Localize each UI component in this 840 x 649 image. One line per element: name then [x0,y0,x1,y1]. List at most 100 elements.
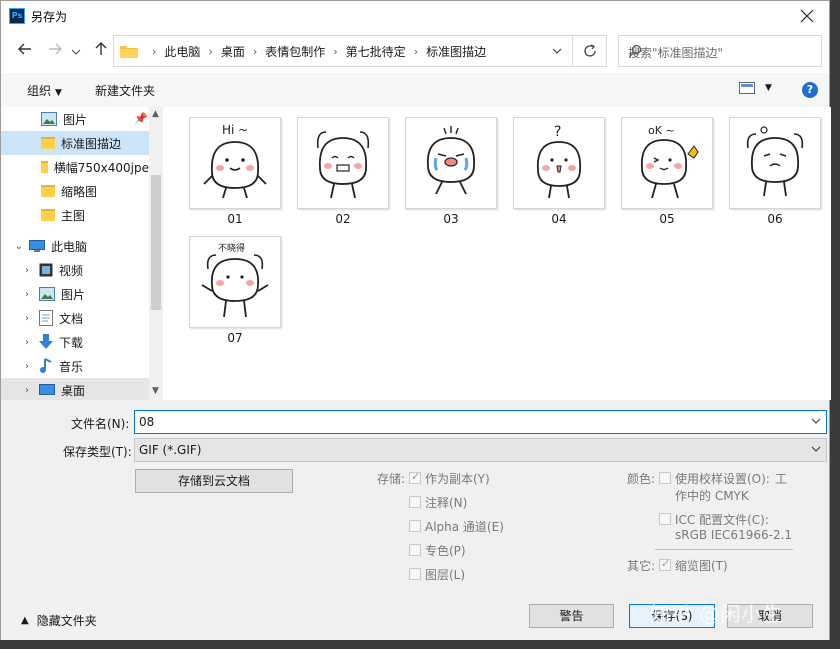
alpha-channels-checkbox[interactable] [409,520,421,532]
file-item[interactable]: ? 04 [513,117,605,235]
use-proof-setup-label-tail: 工 [775,472,788,486]
nav-scrollbar[interactable]: ▲ ▼ [149,107,163,400]
breadcrumb-emoji-project[interactable]: 表情包制作 [265,43,325,60]
search-input[interactable]: 搜索"标准图描边" [618,35,822,67]
nav-item-pictures-quick[interactable]: 图片 📌 [1,107,149,131]
file-item[interactable]: Hi ~ 01 [189,117,281,235]
nav-label: 横幅750x400jpe [53,160,149,175]
recent-dropdown-button[interactable] [71,45,91,65]
breadcrumb: › 此电脑 › 桌面 › 表情包制作 › 第七批待定 › 标准图描边 [120,36,486,66]
layers-checkbox[interactable] [409,568,421,580]
file-item[interactable]: 02 [297,117,389,235]
chevron-down-icon [552,48,562,54]
as-copy-checkbox[interactable] [409,470,421,484]
chevron-down-icon[interactable] [811,416,821,426]
up-button[interactable] [93,41,113,61]
nav-item-standard-outline[interactable]: 标准图描边 [1,131,149,155]
close-button[interactable] [785,1,829,31]
icc-profile-checkbox[interactable] [659,513,671,525]
nav-item-pictures[interactable]: › 图片 [1,282,149,306]
chevron-down-icon: ⌄ [14,240,24,252]
arrow-up-icon [95,42,107,55]
icc-profile-label: ICC 配置文件(C): [675,513,769,527]
nav-item-documents[interactable]: › 文档 [1,306,149,330]
nav-label: 图片 [63,112,88,127]
divider [655,549,793,550]
breadcrumb-batch7[interactable]: 第七批待定 [346,43,406,60]
emoji-image [427,126,475,195]
organize-menu[interactable]: 组织 ▼ [27,82,62,99]
pictures-icon [41,112,57,126]
breadcrumb-separator: › [252,44,258,58]
address-history-dropdown[interactable] [542,36,572,66]
hide-folders-toggle[interactable]: ▲ 隐藏文件夹 [21,612,97,629]
navigation-pane: 图片 📌 标准图描边 横幅750x400jpe 缩略图 主图 ⌄ 此电脑 › 视… [1,107,163,400]
spot-colors-checkbox[interactable] [409,544,421,556]
thumbnail-checkbox[interactable] [659,557,671,571]
nav-label: 音乐 [59,359,84,374]
nav-label: 标准图描边 [61,136,122,151]
use-proof-setup-label: 使用校样设置(O): [675,472,770,486]
nav-item-thumbnails[interactable]: 缩略图 [1,179,149,203]
breadcrumb-desktop[interactable]: 桌面 [221,43,245,60]
nav-label: 文档 [59,311,84,326]
scrollbar-thumb[interactable] [151,175,161,310]
refresh-button[interactable] [573,35,607,67]
help-button[interactable]: ? [802,82,818,98]
save-to-cloud-button[interactable]: 存储到云文档 [135,469,293,493]
nav-item-this-pc[interactable]: ⌄ 此电脑 [1,234,149,258]
breadcrumb-separator: › [413,44,419,58]
save-options-label: 存储: [377,472,406,486]
computer-icon [29,239,45,252]
address-bar[interactable]: › 此电脑 › 桌面 › 表情包制作 › 第七批待定 › 标准图描边 [113,35,573,67]
file-item[interactable]: 06 [729,117,821,235]
file-name: 03 [443,212,459,226]
filetype-select[interactable]: GIF (*.GIF) [134,438,827,462]
alpha-channels-label: Alpha 通道(E) [425,520,504,534]
pictures-icon [39,287,55,301]
file-item[interactable]: oK ~ 05 [621,117,713,235]
forward-button[interactable] [47,41,67,61]
file-item[interactable]: 03 [405,117,497,235]
emoji-image [316,131,370,199]
title-bar: Ps 另存为 [1,1,829,31]
nav-item-music[interactable]: › 音乐 [1,354,149,378]
nav-item-main-image[interactable]: 主图 [1,203,149,227]
toolbar: 组织 ▼ 新建文件夹 ▼ ? [1,73,829,108]
use-proof-setup-checkbox[interactable] [659,472,671,484]
breadcrumb-separator: › [333,44,338,58]
scroll-down-icon[interactable]: ▼ [152,386,159,396]
scroll-up-icon[interactable]: ▲ [152,109,159,119]
emoji-image: ? [536,124,582,199]
view-icon [739,82,755,94]
chevron-down-icon [71,49,81,55]
view-options-button[interactable]: ▼ [739,82,772,94]
breadcrumb-separator: › [208,44,213,58]
watermark: 知乎 @闲小生 [650,602,784,626]
file-item[interactable]: 不晓得 07 [189,236,281,354]
nav-item-desktop[interactable]: › 桌面 [1,378,149,400]
filename-input[interactable]: 08 [134,410,827,434]
documents-icon [39,310,53,326]
chevron-right-icon: › [25,360,29,372]
chevron-down-icon [811,446,821,452]
notes-checkbox[interactable] [409,496,421,508]
new-folder-button[interactable]: 新建文件夹 [95,82,155,99]
back-button[interactable] [17,41,37,61]
thumbnail [297,117,389,209]
thumbnail-label: 缩览图(T) [675,559,728,573]
chevron-right-icon: › [25,384,29,396]
breadcrumb-current-folder[interactable]: 标准图描边 [426,43,486,60]
warning-button[interactable]: 警告 [529,604,614,628]
nav-item-banner[interactable]: 横幅750x400jpe [1,155,149,179]
search-icon [628,44,813,58]
nav-item-downloads[interactable]: › 下载 [1,330,149,354]
thumbnail: Hi ~ [189,117,281,209]
breadcrumb-this-pc[interactable]: 此电脑 [164,43,200,60]
folder-icon [41,185,55,197]
thumb-caption: ? [554,124,561,140]
layers-label: 图层(L) [425,568,466,582]
notes-label: 注释(N) [425,496,468,510]
nav-item-videos[interactable]: › 视频 [1,258,149,282]
color-options-label: 颜色: [627,472,656,486]
